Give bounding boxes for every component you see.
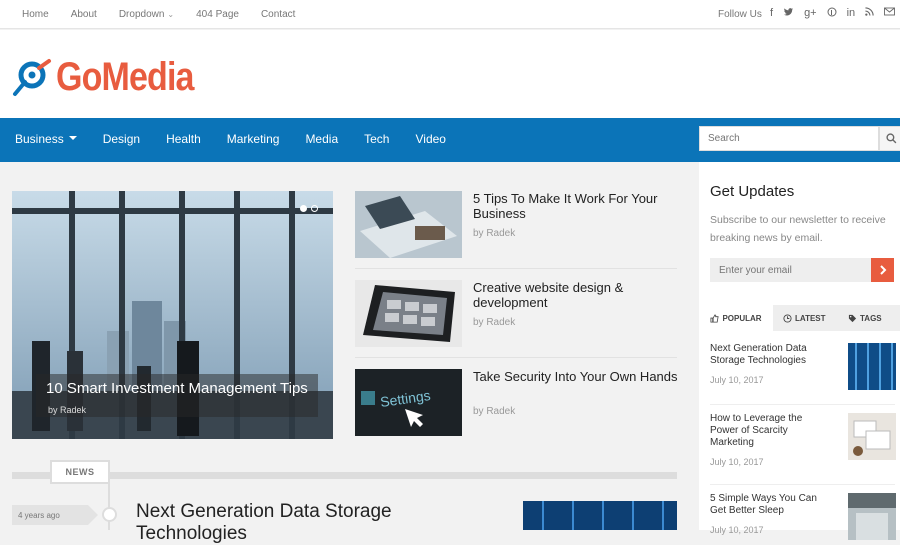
slider-dot-2[interactable] [311, 205, 318, 212]
sidebar-tabs: POPULAR LATEST TAGS [699, 305, 900, 331]
sidebar-post-title[interactable]: 5 Simple Ways You Can Get Better Sleep [710, 493, 830, 517]
featured-author: by Radek [48, 405, 87, 415]
news-section-bar [12, 472, 677, 479]
timeline-dot [102, 507, 117, 522]
sidebar-post-thumbnail[interactable] [848, 413, 896, 460]
sidebar-post-title[interactable]: How to Leverage the Power of Scarcity Ma… [710, 413, 830, 449]
nav-item-health[interactable]: Health [166, 132, 201, 146]
nav-item-design[interactable]: Design [103, 132, 140, 146]
post-title[interactable]: Take Security Into Your Own Hands [473, 369, 683, 384]
news-section-label: NEWS [50, 460, 110, 484]
sidebar-post[interactable]: How to Leverage the Power of Scarcity Ma… [710, 413, 900, 483]
sidebar-post-thumbnail[interactable] [848, 343, 896, 390]
post-divider [355, 357, 677, 358]
timeline-line [108, 480, 110, 530]
post-title[interactable]: Creative website design & development [473, 280, 683, 310]
top-nav-404[interactable]: 404 Page [196, 9, 239, 20]
search-icon [885, 133, 896, 144]
tab-tags-label: TAGS [860, 313, 882, 323]
tag-icon [848, 314, 857, 322]
thumbs-up-icon [710, 313, 720, 323]
site-header: GoMedia [0, 30, 900, 118]
search-box [699, 126, 879, 151]
search-button[interactable] [879, 126, 900, 151]
sidebar-post-thumbnail[interactable] [848, 493, 896, 540]
tab-tags[interactable]: TAGS [848, 305, 882, 331]
newsletter-description: Subscribe to our newsletter to receive b… [710, 214, 886, 244]
news-post-thumbnail[interactable] [523, 501, 677, 530]
sidebar-post-date: July 10, 2017 [710, 457, 764, 467]
nav-item-marketing[interactable]: Marketing [227, 132, 280, 146]
nav-item-video[interactable]: Video [415, 132, 445, 146]
linkedin-icon[interactable]: in [847, 7, 856, 20]
search-input[interactable] [700, 127, 870, 150]
top-nav: Home About Dropdown 404 Page Contact [22, 9, 317, 20]
top-nav-contact[interactable]: Contact [261, 9, 295, 20]
email-field[interactable] [710, 258, 871, 282]
post-title[interactable]: 5 Tips To Make It Work For Your Business [473, 191, 683, 221]
post-author: by Radek [473, 228, 516, 239]
sidebar-heading: Get Updates [710, 183, 795, 200]
twitter-icon[interactable] [783, 7, 794, 20]
post-item[interactable]: Settings Take Security Into Your Own Han… [355, 369, 678, 447]
site-logo[interactable]: GoMedia [12, 55, 218, 100]
sidebar-post-date: July 10, 2017 [710, 375, 764, 385]
post-divider [355, 268, 677, 269]
sidebar-post-divider [710, 484, 895, 485]
tab-popular-label: POPULAR [722, 313, 762, 323]
chevron-right-icon [879, 265, 886, 275]
post-thumbnail[interactable] [355, 191, 462, 258]
top-nav-dropdown[interactable]: Dropdown [119, 9, 174, 20]
slider-dots [300, 205, 318, 212]
tab-latest[interactable]: LATEST [783, 305, 826, 331]
top-bar: Home About Dropdown 404 Page Contact Fol… [0, 0, 900, 29]
tab-latest-label: LATEST [795, 313, 826, 323]
nav-item-business[interactable]: Business [15, 132, 77, 146]
sidebar-post-date: July 10, 2017 [710, 525, 764, 535]
nav-item-media[interactable]: Media [305, 132, 338, 146]
top-nav-home[interactable]: Home [22, 9, 49, 20]
top-nav-about[interactable]: About [71, 9, 97, 20]
subscribe-button[interactable] [871, 258, 894, 282]
nav-item-tech[interactable]: Tech [364, 132, 389, 146]
post-thumbnail[interactable] [355, 280, 462, 347]
clock-icon [783, 313, 792, 323]
post-author: by Radek [473, 317, 516, 328]
news-post-title[interactable]: Next Generation Data Storage Technologie… [136, 501, 476, 545]
email-icon[interactable] [884, 7, 896, 20]
logo-text: GoMedia [56, 55, 194, 99]
satellite-dish-icon [13, 58, 51, 96]
sidebar-post[interactable]: 5 Simple Ways You Can Get Better Sleep J… [710, 493, 900, 540]
rss-icon[interactable] [865, 7, 874, 20]
facebook-icon[interactable]: f [770, 7, 773, 20]
time-badge: 4 years ago [12, 505, 98, 525]
sidebar: Get Updates Subscribe to our newsletter … [699, 162, 900, 540]
google-plus-icon[interactable]: g+ [804, 7, 817, 20]
sidebar-post-title[interactable]: Next Generation Data Storage Technologie… [710, 343, 830, 367]
slider-dot-1[interactable] [300, 205, 307, 212]
follow-us-label: Follow Us [718, 9, 762, 20]
social-links: f g+ in [770, 7, 896, 20]
featured-slider[interactable]: 10 Smart Investment Management Tips by R… [12, 191, 333, 439]
pinterest-icon[interactable] [827, 7, 837, 20]
post-item[interactable]: 5 Tips To Make It Work For Your Business… [355, 191, 677, 269]
post-thumbnail[interactable]: Settings [355, 369, 462, 436]
tab-popular[interactable]: POPULAR [699, 305, 773, 331]
sidebar-post[interactable]: Next Generation Data Storage Technologie… [710, 343, 900, 403]
sidebar-post-divider [710, 404, 895, 405]
post-item[interactable]: Creative website design & development by… [355, 280, 677, 358]
post-author: by Radek [473, 406, 516, 417]
